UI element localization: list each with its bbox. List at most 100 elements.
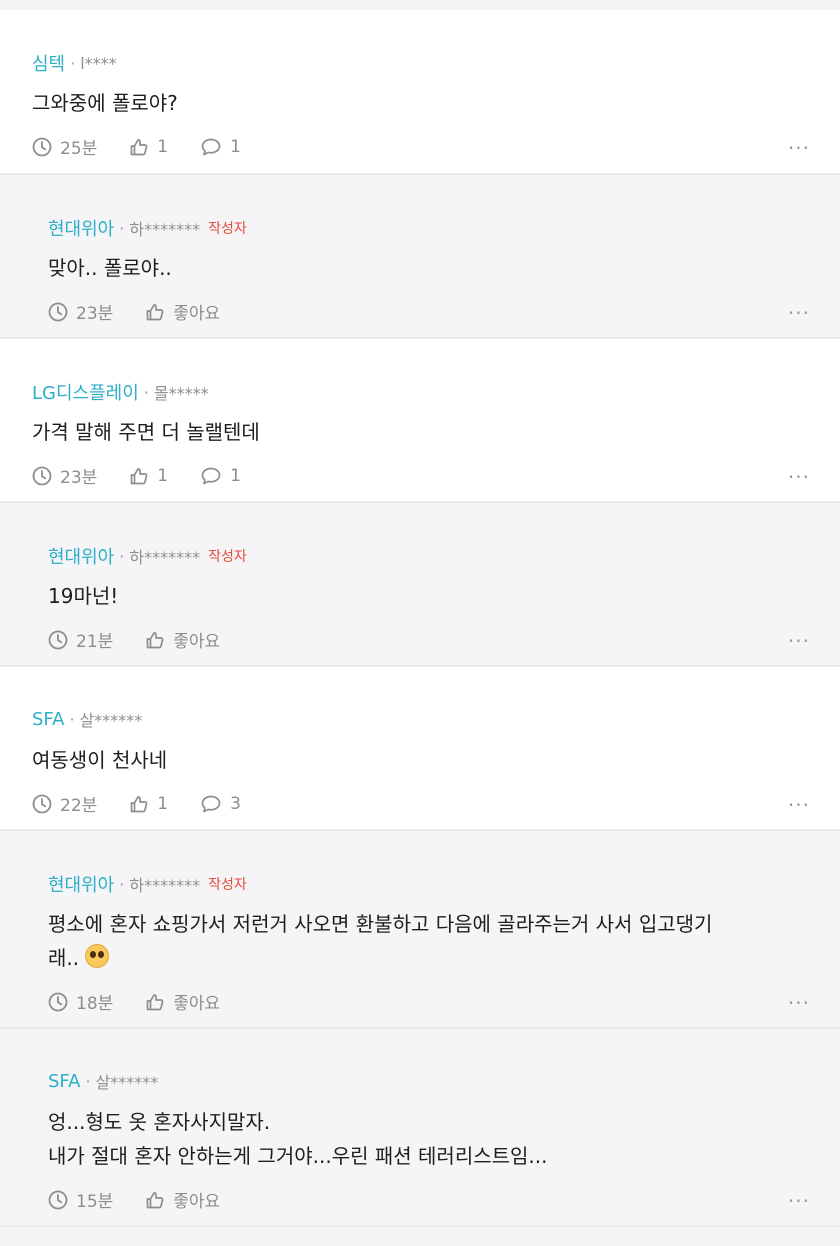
time-text: 15분 — [76, 1192, 114, 1212]
author-name[interactable]: 현대위아 — [48, 215, 114, 241]
reply-item: 현대위아 · 하******* 작성자 맞아.. 폴로야.. 23분 좋아요 ··· — [0, 175, 840, 339]
author-name[interactable]: SFA — [48, 1071, 80, 1092]
comment-meta: 현대위아 · 하******* 작성자 — [0, 543, 247, 569]
comment-line: 가격 말해 주면 더 놀랠텐데 — [32, 420, 260, 444]
reply-button[interactable]: 3 — [200, 794, 241, 814]
like-button[interactable]: 1 — [129, 137, 168, 157]
like-button[interactable]: 좋아요 — [145, 299, 220, 324]
user-id: 살****** — [79, 711, 143, 730]
comment-line: 맞아.. 폴로야.. — [48, 256, 172, 280]
author-name[interactable]: SFA — [32, 709, 64, 730]
like-button[interactable]: 1 — [129, 466, 168, 486]
author-badge: 작성자 — [208, 221, 247, 237]
pleading-face-emoji-icon — [85, 944, 110, 968]
user-id: 하******* — [129, 876, 201, 895]
time-text: 22분 — [60, 796, 98, 816]
comment-actions: 15분 좋아요 — [0, 1187, 252, 1212]
author-name[interactable]: 심텍 — [32, 50, 65, 76]
comment-meta: 현대위아 · 하******* 작성자 — [0, 871, 247, 897]
author-name[interactable]: 현대위아 — [48, 871, 114, 897]
like-count: 1 — [157, 136, 169, 157]
speech-bubble-icon — [200, 466, 230, 486]
like-label: 좋아요 — [173, 632, 221, 652]
thumbs-up-icon — [145, 630, 173, 650]
like-button[interactable]: 좋아요 — [145, 627, 220, 652]
author-badge: 작성자 — [208, 549, 247, 565]
like-label: 좋아요 — [173, 304, 221, 324]
separator: · — [119, 546, 125, 566]
user-id: l**** — [80, 53, 117, 73]
like-label: 좋아요 — [173, 994, 221, 1014]
thumbs-up-icon — [145, 1190, 173, 1210]
more-dots-icon[interactable]: ··· — [788, 136, 810, 160]
user-id: 하******* — [129, 548, 201, 567]
reply-item: 현대위아 · 하******* 작성자평소에 혼자 쇼핑가서 저런거 사오면 환불하고… — [0, 831, 840, 1029]
comment-meta: LG디스플레이 · 몰***** — [0, 379, 209, 405]
clock-icon — [48, 992, 76, 1012]
comment-meta: SFA · 살****** — [0, 1069, 158, 1093]
comment-actions: 23분 좋아요 — [0, 299, 252, 324]
comment-item: LG디스플레이 · 몰***** 가격 말해 주면 더 놀랠텐데 23분 1 1 ··· — [0, 339, 840, 503]
comment-actions: 18분 좋아요 — [0, 989, 252, 1014]
like-button[interactable]: 좋아요 — [145, 1187, 220, 1212]
clock-icon — [32, 794, 60, 814]
reply-count: 1 — [230, 136, 241, 157]
comment-text: 엉...형도 옷 혼자사지말자. 내가 절대 혼자 안하는게 그거야...우린 패… — [0, 1105, 810, 1173]
like-button[interactable]: 1 — [129, 794, 168, 814]
time-info: 23분 — [32, 463, 97, 488]
reply-button[interactable]: 1 — [200, 466, 241, 486]
author-name[interactable]: 현대위아 — [48, 543, 114, 569]
thumbs-up-icon — [129, 466, 157, 486]
speech-bubble-icon — [200, 794, 230, 814]
clock-icon — [48, 302, 76, 322]
author-name[interactable]: LG디스플레이 — [32, 379, 139, 405]
more-dots-icon[interactable]: ··· — [788, 301, 810, 325]
reply-item: SFA · 살****** 엉...형도 옷 혼자사지말자. 내가 절대 혼자 안하는게… — [0, 1029, 840, 1227]
comment-text: 평소에 혼자 쇼핑가서 저런거 사오면 환불하고 다음에 골라주는거 사서 입고… — [0, 907, 810, 975]
time-info: 25분 — [32, 134, 97, 159]
comment-actions: 25분 1 1 — [0, 134, 273, 159]
comment-meta: 현대위아 · 하******* 작성자 — [0, 215, 247, 241]
comment-list: 심텍 · l**** 그와중에 폴로야? 25분 1 1 ··· 현대위아 · 하******* 작성… — [0, 0, 840, 1246]
more-dots-icon[interactable]: ··· — [788, 629, 810, 653]
time-text: 23분 — [76, 304, 114, 324]
more-dots-icon[interactable]: ··· — [788, 465, 810, 489]
time-info: 21분 — [48, 627, 113, 652]
separator: · — [69, 709, 75, 729]
user-id: 하******* — [129, 220, 201, 239]
reply-count: 3 — [230, 793, 241, 814]
thumbs-up-icon — [129, 137, 157, 157]
reply-item: 현대위아 · 하******* 작성자 19마넌! 21분 좋아요 ··· — [0, 503, 840, 667]
more-dots-icon[interactable]: ··· — [788, 793, 810, 817]
author-badge: 작성자 — [208, 877, 247, 893]
clock-icon — [32, 466, 60, 486]
comment-meta: SFA · 살****** — [0, 707, 142, 731]
clock-icon — [48, 630, 76, 650]
comment-actions: 22분 1 3 — [0, 791, 273, 816]
comment-text: 여동생이 천사네 — [0, 743, 810, 777]
comment-text: 가격 말해 주면 더 놀랠텐데 — [0, 415, 810, 449]
clock-icon — [32, 137, 60, 157]
speech-bubble-icon — [200, 137, 230, 157]
comment-line: 여동생이 천사네 — [32, 748, 168, 772]
more-dots-icon[interactable]: ··· — [788, 991, 810, 1015]
comment-line: 평소에 혼자 쇼핑가서 저런거 사오면 환불하고 다음에 골라주는거 사서 입고… — [48, 912, 713, 936]
separator: · — [119, 874, 125, 894]
separator: · — [70, 53, 76, 73]
like-count: 1 — [157, 465, 169, 486]
thumbs-up-icon — [145, 992, 173, 1012]
time-text: 25분 — [60, 139, 98, 159]
reply-button[interactable]: 1 — [200, 137, 241, 157]
comment-line: 19마넌! — [48, 584, 119, 608]
more-dots-icon[interactable]: ··· — [788, 1189, 810, 1213]
comment-item: 심텍 · l**** 그와중에 폴로야? 25분 1 1 ··· — [0, 10, 840, 175]
time-text: 21분 — [76, 632, 114, 652]
comment-meta: 심텍 · l**** — [0, 50, 117, 76]
like-button[interactable]: 좋아요 — [145, 989, 220, 1014]
comment-line: 내가 절대 혼자 안하는게 그거야...우린 패션 테러리스트임... — [48, 1144, 548, 1168]
clock-icon — [48, 1190, 76, 1210]
user-id: 살****** — [95, 1073, 159, 1092]
reply-count: 1 — [230, 465, 241, 486]
separator: · — [143, 382, 149, 402]
time-text: 18분 — [76, 994, 114, 1014]
